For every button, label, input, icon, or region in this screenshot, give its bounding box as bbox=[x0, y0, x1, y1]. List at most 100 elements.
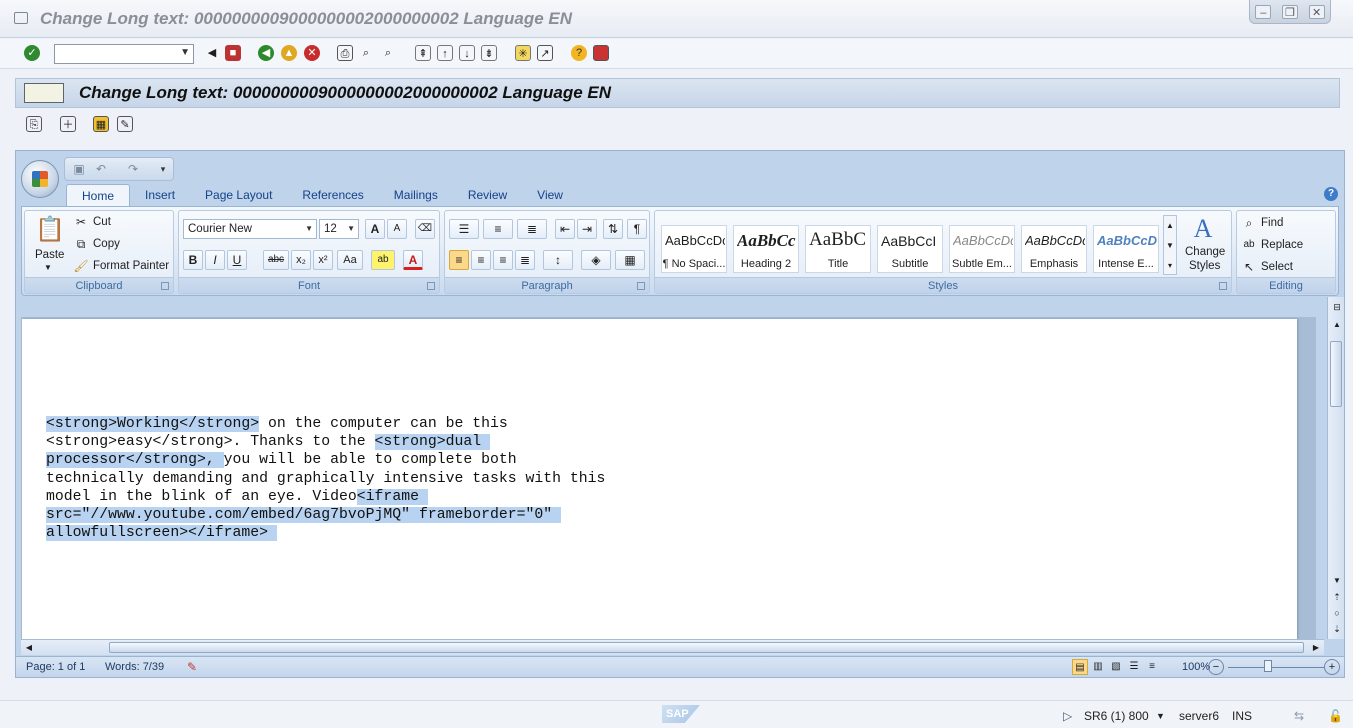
horizontal-scroll-thumb[interactable] bbox=[109, 642, 1304, 653]
superscript-button[interactable]: x² bbox=[313, 250, 333, 270]
zoom-out-icon[interactable]: − bbox=[1208, 659, 1224, 675]
chevron-down-icon[interactable]: ▼ bbox=[347, 220, 355, 238]
horizontal-scrollbar[interactable]: ◀ ▶ bbox=[21, 639, 1324, 655]
document-text[interactable]: <strong>Working</strong> on the computer… bbox=[46, 415, 605, 542]
find-next-icon[interactable]: ⌕ bbox=[380, 45, 396, 61]
scroll-up-icon[interactable]: ▲ bbox=[1329, 317, 1345, 333]
tab-insert[interactable]: Insert bbox=[130, 184, 190, 206]
cancel-icon[interactable]: ✕ bbox=[304, 45, 320, 61]
font-size-box[interactable]: 12 ▼ bbox=[319, 219, 359, 239]
format-painter-button[interactable]: Format Painter bbox=[93, 260, 169, 272]
chevron-down-icon[interactable]: ▼ bbox=[305, 220, 313, 238]
tab-mailings[interactable]: Mailings bbox=[379, 184, 453, 206]
highlight-button[interactable]: ab bbox=[371, 250, 395, 270]
new-session-icon[interactable]: ✳ bbox=[515, 45, 531, 61]
change-styles-label-2[interactable]: Styles bbox=[1189, 260, 1220, 272]
select-button[interactable]: Select bbox=[1261, 261, 1293, 273]
vertical-scroll-thumb[interactable] bbox=[1330, 341, 1342, 407]
help-icon[interactable]: ? bbox=[571, 45, 587, 61]
align-right-icon[interactable]: ≡ bbox=[493, 250, 513, 270]
select-icon[interactable]: ↖ bbox=[1241, 259, 1257, 275]
command-field[interactable]: ▼ bbox=[54, 44, 194, 64]
page-count[interactable]: Page: 1 of 1 bbox=[26, 661, 85, 673]
underline-button[interactable]: U bbox=[227, 250, 247, 270]
change-styles-icon[interactable]: A bbox=[1185, 215, 1221, 243]
replace-icon[interactable]: ab bbox=[1241, 237, 1257, 253]
enter-icon[interactable]: ✓ bbox=[24, 45, 40, 61]
format-icon[interactable]: ▦ bbox=[93, 116, 109, 132]
clipboard-launcher-icon[interactable] bbox=[161, 282, 169, 290]
style-intense-emphasis[interactable]: AaBbCcDc Intense E... bbox=[1093, 225, 1159, 273]
paragraph-launcher-icon[interactable] bbox=[637, 282, 645, 290]
comment-icon[interactable]: ✎ bbox=[117, 116, 133, 132]
browse-object-icon[interactable]: ○ bbox=[1329, 605, 1345, 621]
zoom-slider-thumb[interactable] bbox=[1264, 660, 1272, 672]
multilevel-list-icon[interactable]: ≣ bbox=[517, 219, 547, 239]
zoom-level[interactable]: 100% bbox=[1182, 661, 1210, 673]
menu-icon[interactable] bbox=[24, 83, 64, 103]
vertical-scrollbar[interactable]: ⊟ ▲ ▼ ⇡ ○ ⇣ bbox=[1327, 297, 1344, 639]
next-page-icon[interactable]: ↓ bbox=[459, 45, 475, 61]
tab-page-layout[interactable]: Page Layout bbox=[190, 184, 287, 206]
word-count[interactable]: Words: 7/39 bbox=[105, 661, 164, 673]
shading-icon[interactable]: ◈ bbox=[581, 250, 611, 270]
undo-icon[interactable]: ↶ bbox=[93, 161, 109, 177]
font-launcher-icon[interactable] bbox=[427, 282, 435, 290]
next-page-icon[interactable]: ⇣ bbox=[1329, 621, 1345, 637]
styles-scroll-icon[interactable]: ▲ ▼ ▾ bbox=[1163, 215, 1177, 275]
proofing-icon[interactable]: ✎ bbox=[184, 659, 200, 675]
style-emphasis[interactable]: AaBbCcDc Emphasis bbox=[1021, 225, 1087, 273]
change-styles-label[interactable]: Change bbox=[1185, 246, 1225, 258]
ruler-toggle-icon[interactable]: ⊟ bbox=[1329, 299, 1345, 315]
tab-home[interactable]: Home bbox=[66, 184, 131, 206]
style-title[interactable]: AaBbC Title bbox=[805, 225, 871, 273]
tab-review[interactable]: Review bbox=[453, 184, 522, 206]
replace-button[interactable]: Replace bbox=[1261, 239, 1303, 251]
back-nav-icon[interactable]: ◀ bbox=[258, 45, 274, 61]
restore-icon[interactable]: ❐ bbox=[1281, 4, 1298, 19]
last-page-icon[interactable]: ⇟ bbox=[481, 45, 497, 61]
minimize-icon[interactable]: – bbox=[1255, 4, 1272, 19]
bullets-icon[interactable]: ☰ bbox=[449, 219, 479, 239]
font-name-box[interactable]: Courier New ▼ bbox=[183, 219, 317, 239]
insert-icon[interactable]: ＋ bbox=[60, 116, 76, 132]
style-heading-2[interactable]: AaBbCc Heading 2 bbox=[733, 225, 799, 273]
status-toggle-icon[interactable]: ▷ bbox=[1063, 709, 1072, 723]
line-spacing-icon[interactable]: ↕ bbox=[543, 250, 573, 270]
document-page[interactable]: <strong>Working</strong> on the computer… bbox=[22, 319, 1297, 639]
clear-formatting-icon[interactable]: ⌫ bbox=[415, 219, 435, 239]
find-button[interactable]: Find bbox=[1261, 217, 1283, 229]
font-color-button[interactable]: A bbox=[403, 250, 423, 270]
save-icon[interactable]: ■ bbox=[225, 45, 241, 61]
align-left-icon[interactable]: ≡ bbox=[449, 250, 469, 270]
display-change-icon[interactable]: ⎘ bbox=[26, 116, 42, 132]
decrease-indent-icon[interactable]: ⇤ bbox=[555, 219, 575, 239]
scroll-right-icon[interactable]: ▶ bbox=[1308, 640, 1324, 656]
chevron-down-icon[interactable]: ▼ bbox=[44, 263, 52, 272]
sort-icon[interactable]: ⇅ bbox=[603, 219, 623, 239]
chevron-down-icon[interactable]: ▼ bbox=[1156, 711, 1165, 721]
redo-icon[interactable]: ↷ bbox=[125, 161, 141, 177]
tab-view[interactable]: View bbox=[522, 184, 578, 206]
align-center-icon[interactable]: ≡ bbox=[471, 250, 491, 270]
justify-icon[interactable]: ≣ bbox=[515, 250, 535, 270]
show-formatting-icon[interactable]: ¶ bbox=[627, 219, 647, 239]
layout-icon[interactable] bbox=[593, 45, 609, 61]
copy-button[interactable]: Copy bbox=[93, 238, 120, 250]
increase-indent-icon[interactable]: ⇥ bbox=[577, 219, 597, 239]
save-icon[interactable]: ▣ bbox=[71, 161, 87, 177]
change-case-button[interactable]: Aa bbox=[337, 250, 363, 270]
back-icon[interactable]: ◀ bbox=[204, 45, 220, 61]
scroll-down-icon[interactable]: ▼ bbox=[1329, 573, 1345, 589]
format-painter-icon[interactable]: 🖌 bbox=[73, 258, 89, 274]
previous-page-icon[interactable]: ⇡ bbox=[1329, 589, 1345, 605]
numbering-icon[interactable]: ≡ bbox=[483, 219, 513, 239]
paste-button[interactable]: Paste bbox=[35, 249, 64, 261]
find-icon[interactable]: ⌕ bbox=[358, 45, 374, 61]
find-icon[interactable]: ⌕ bbox=[1241, 215, 1257, 231]
scroll-left-icon[interactable]: ◀ bbox=[21, 640, 37, 656]
italic-button[interactable]: I bbox=[205, 250, 225, 270]
paste-icon[interactable]: 📋 bbox=[35, 215, 65, 245]
style-subtle-emphasis[interactable]: AaBbCcDc Subtle Em... bbox=[949, 225, 1015, 273]
style-no-spacing[interactable]: AaBbCcDc ¶ No Spaci... bbox=[661, 225, 727, 273]
